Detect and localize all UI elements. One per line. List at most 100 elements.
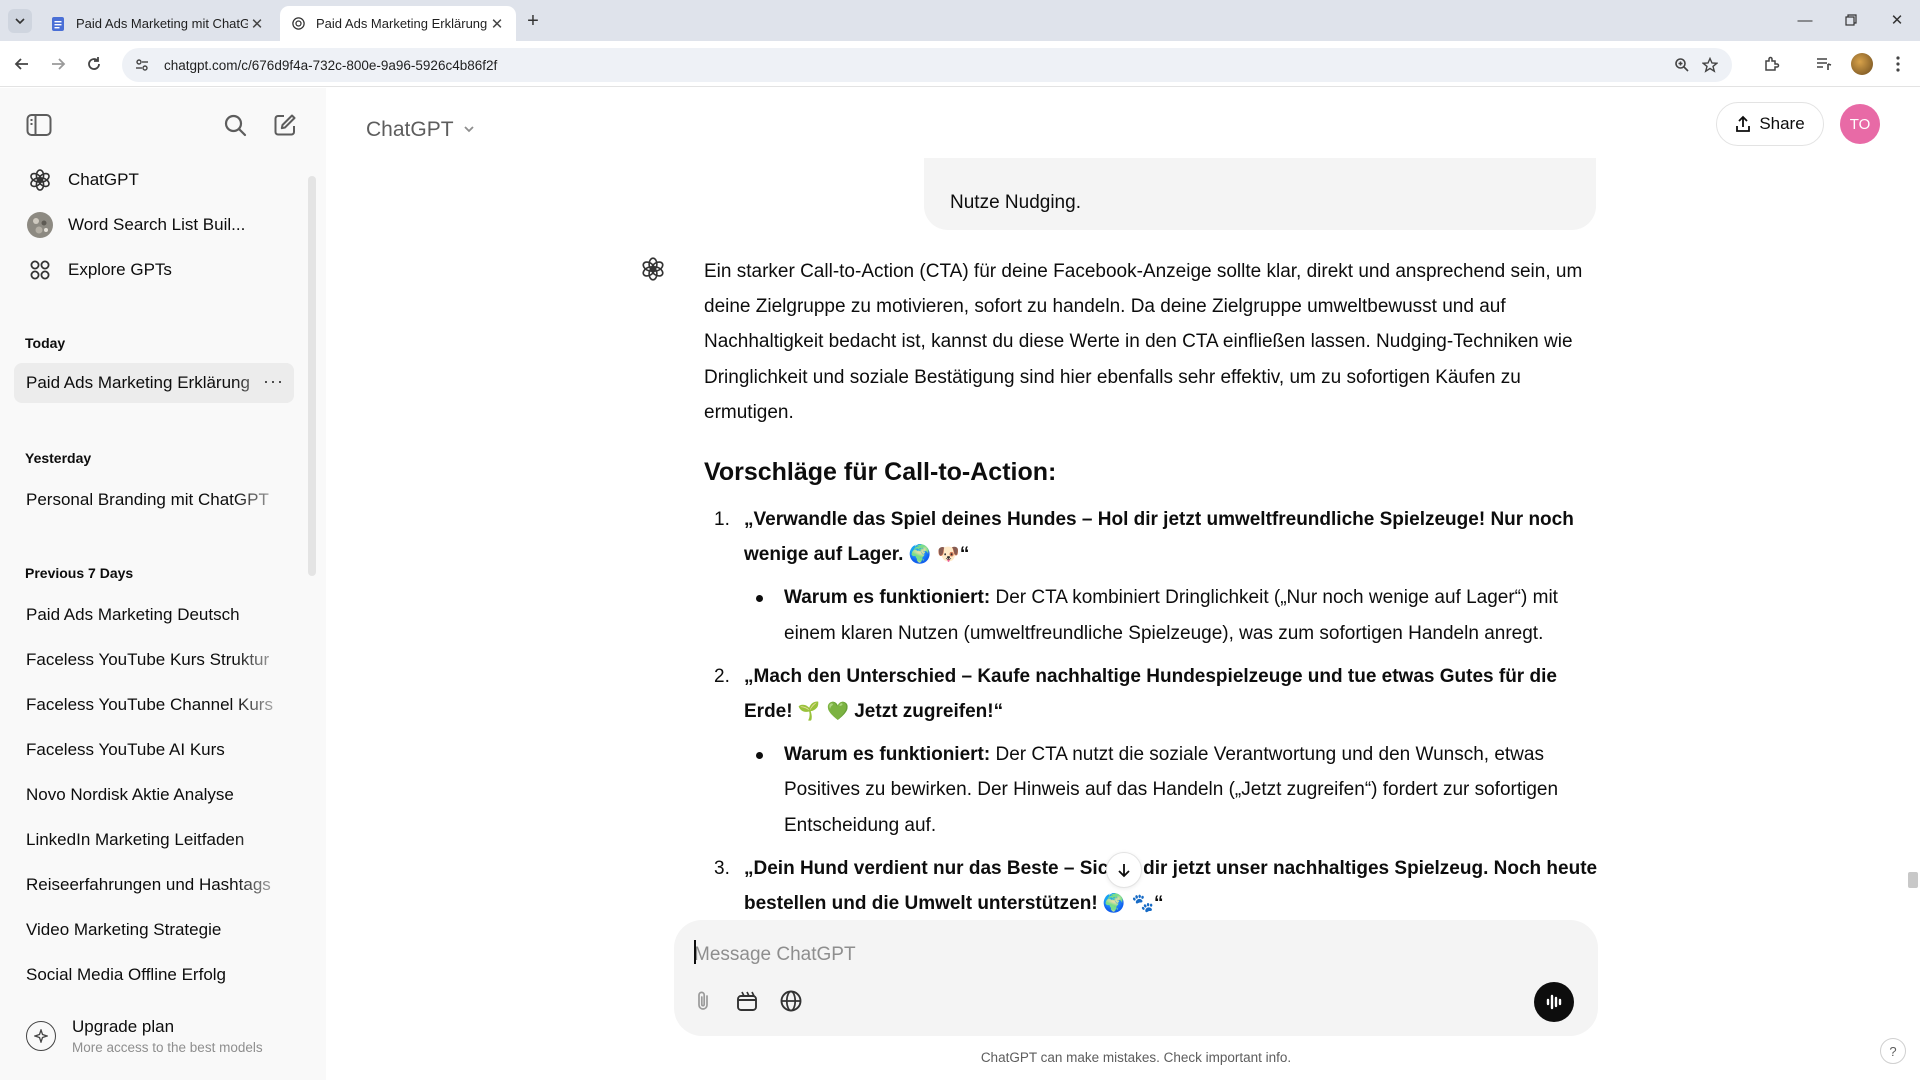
history-item-label: Faceless YouTube AI Kurs <box>26 740 225 759</box>
grid-icon <box>26 256 54 284</box>
history-item[interactable]: Faceless YouTube Kurs Struktur <box>14 640 294 680</box>
user-message-text: Nutze Nudging. <box>950 192 1081 213</box>
history-item[interactable]: Video Marketing Strategie <box>14 910 294 950</box>
site-info-icon[interactable] <box>130 53 154 77</box>
cta-text: „Verwandle das Spiel deines Hundes – Hol… <box>744 509 1574 566</box>
attach-icon[interactable] <box>686 984 720 1018</box>
assistant-openai-logo-icon <box>638 254 668 284</box>
sidebar-item-label: Explore GPTs <box>68 260 172 279</box>
sub-bullet: Warum es funktioniert: Der CTA nutzt die… <box>704 737 1604 843</box>
upgrade-sparkle-icon <box>26 1021 56 1051</box>
why-label: Warum es funktioniert: <box>784 587 991 609</box>
history-item[interactable]: Faceless YouTube AI Kurs <box>14 730 294 770</box>
bookmark-star-icon[interactable] <box>1696 51 1724 79</box>
browser-toolbar: chatgpt.com/c/676d9f4a-732c-800e-9a96-59… <box>0 41 1920 87</box>
openai-favicon-icon <box>290 16 306 32</box>
reload-icon[interactable] <box>82 52 106 76</box>
disclaimer-text: ChatGPT can make mistakes. Check importa… <box>980 1050 1292 1065</box>
browser-menu-icon[interactable] <box>1886 52 1910 76</box>
section-title-yesterday: Yesterday <box>25 450 92 466</box>
emoji-globe-paws: 🌍 🐾 <box>1102 893 1155 915</box>
text-caret <box>694 940 696 964</box>
chevron-down-icon <box>15 18 25 25</box>
history-item[interactable]: Reiseerfahrungen und Hashtags <box>14 865 294 905</box>
tab-close-icon[interactable]: ✕ <box>248 15 266 33</box>
address-bar[interactable]: chatgpt.com/c/676d9f4a-732c-800e-9a96-59… <box>122 48 1732 82</box>
list-number: 1. <box>714 509 730 531</box>
openai-logo-icon <box>26 166 54 194</box>
history-item-label: Paid Ads Marketing Erklärung <box>26 373 250 392</box>
more-options-icon[interactable]: ··· <box>263 371 284 392</box>
browser-tab-bar: Paid Ads Marketing mit ChatGPT ✕ Paid Ad… <box>0 0 1920 41</box>
history-item-label: Faceless YouTube Kurs Struktur <box>26 650 270 669</box>
voice-waveform-icon <box>1546 994 1562 1010</box>
browser-profile-avatar[interactable] <box>1851 53 1873 75</box>
sidebar-item-word-search[interactable]: Word Search List Buil... <box>14 205 294 245</box>
user-avatar[interactable]: TO <box>1840 104 1880 144</box>
tab-title: Paid Ads Marketing Erklärung <box>316 16 488 31</box>
docs-favicon-icon <box>50 16 66 32</box>
upgrade-plan-button[interactable]: Upgrade plan More access to the best mod… <box>14 1008 304 1064</box>
sidebar-item-label: Word Search List Buil... <box>68 215 246 234</box>
tab-search-button[interactable] <box>8 9 32 33</box>
browser-tab-1[interactable]: Paid Ads Marketing mit ChatGPT ✕ <box>40 6 276 41</box>
message-composer <box>674 920 1598 1036</box>
scroll-to-bottom-button[interactable] <box>1106 852 1142 888</box>
history-item[interactable]: Paid Ads Marketing Deutsch <box>14 595 294 635</box>
sidebar: ChatGPT Word Search List Buil... Explore… <box>0 88 326 1080</box>
sidebar-scrollbar[interactable] <box>308 176 316 576</box>
share-button[interactable]: Share <box>1716 102 1824 146</box>
forward-arrow-icon[interactable] <box>46 52 70 76</box>
answer-heading: Vorschläge für Call-to-Action: <box>704 458 1057 487</box>
minimize-icon[interactable]: — <box>1790 8 1820 32</box>
sub-bullet: Warum es funktioniert: Der CTA kombinier… <box>704 580 1604 650</box>
main-scrollbar[interactable] <box>1908 872 1918 888</box>
history-item[interactable]: Personal Branding mit ChatGPT <box>14 480 294 520</box>
chevron-down-icon <box>462 118 476 142</box>
main-chat-area: ChatGPT Share TO Nutze Nudging. Ein star… <box>326 88 1920 1080</box>
history-item-label: LinkedIn Marketing Leitfaden <box>26 830 245 849</box>
history-item[interactable]: Novo Nordisk Aktie Analyse <box>14 775 294 815</box>
section-title-previous-7-days: Previous 7 Days <box>25 565 134 581</box>
restore-icon[interactable] <box>1836 8 1866 32</box>
cta-text: „Dein Hund verdient nur das Beste – Sich… <box>744 857 1598 915</box>
image-gen-icon[interactable] <box>730 984 764 1018</box>
close-window-icon[interactable]: ✕ <box>1882 8 1912 32</box>
extensions-icon[interactable] <box>1760 52 1784 76</box>
history-item-label: Social Media Offline Erfolg <box>26 965 227 984</box>
list-item: 3. „Dein Hund verdient nur das Beste – S… <box>704 851 1604 921</box>
upgrade-title: Upgrade plan <box>72 1017 175 1036</box>
tab-title: Paid Ads Marketing mit ChatGPT <box>76 16 248 31</box>
section-title-today: Today <box>25 335 66 351</box>
history-item[interactable]: Social Media Offline Erfolg <box>14 955 294 995</box>
gpt-avatar-icon <box>26 211 54 239</box>
list-number: 3. <box>714 857 730 879</box>
history-item[interactable]: Faceless YouTube Channel Kurs <box>14 685 294 725</box>
model-name: ChatGPT <box>366 118 454 141</box>
voice-mode-button[interactable] <box>1534 982 1574 1022</box>
toggle-sidebar-icon[interactable] <box>22 108 56 142</box>
sidebar-item-explore-gpts[interactable]: Explore GPTs <box>14 250 294 290</box>
answer-intro: Ein starker Call-to-Action (CTA) für dei… <box>704 261 1583 423</box>
sidebar-item-chatgpt[interactable]: ChatGPT <box>14 160 294 200</box>
share-upload-icon <box>1735 115 1751 133</box>
message-input[interactable] <box>694 940 1554 970</box>
model-selector[interactable]: ChatGPT <box>356 110 486 150</box>
history-item-label: Personal Branding mit ChatGPT <box>26 490 269 509</box>
web-search-icon[interactable] <box>774 984 808 1018</box>
media-control-icon[interactable] <box>1812 52 1836 76</box>
browser-tab-2[interactable]: Paid Ads Marketing Erklärung ✕ <box>280 6 516 41</box>
history-item[interactable]: LinkedIn Marketing Leitfaden <box>14 820 294 860</box>
search-chats-icon[interactable] <box>218 108 252 142</box>
history-item-active[interactable]: Paid Ads Marketing Erklärung ··· <box>14 363 294 403</box>
back-arrow-icon[interactable] <box>10 52 34 76</box>
new-tab-plus-icon[interactable]: + <box>522 10 544 32</box>
zoom-icon[interactable] <box>1668 51 1696 79</box>
help-button[interactable]: ? <box>1880 1038 1906 1064</box>
assistant-answer: Ein starker Call-to-Action (CTA) für dei… <box>704 254 1604 921</box>
history-item-label: Video Marketing Strategie <box>26 920 222 939</box>
cta-text: „Mach den Unterschied – Kaufe nachhaltig… <box>744 665 1557 723</box>
tab-close-icon[interactable]: ✕ <box>488 15 506 33</box>
upgrade-subtitle: More access to the best models <box>72 1040 263 1055</box>
new-chat-icon[interactable] <box>268 108 302 142</box>
